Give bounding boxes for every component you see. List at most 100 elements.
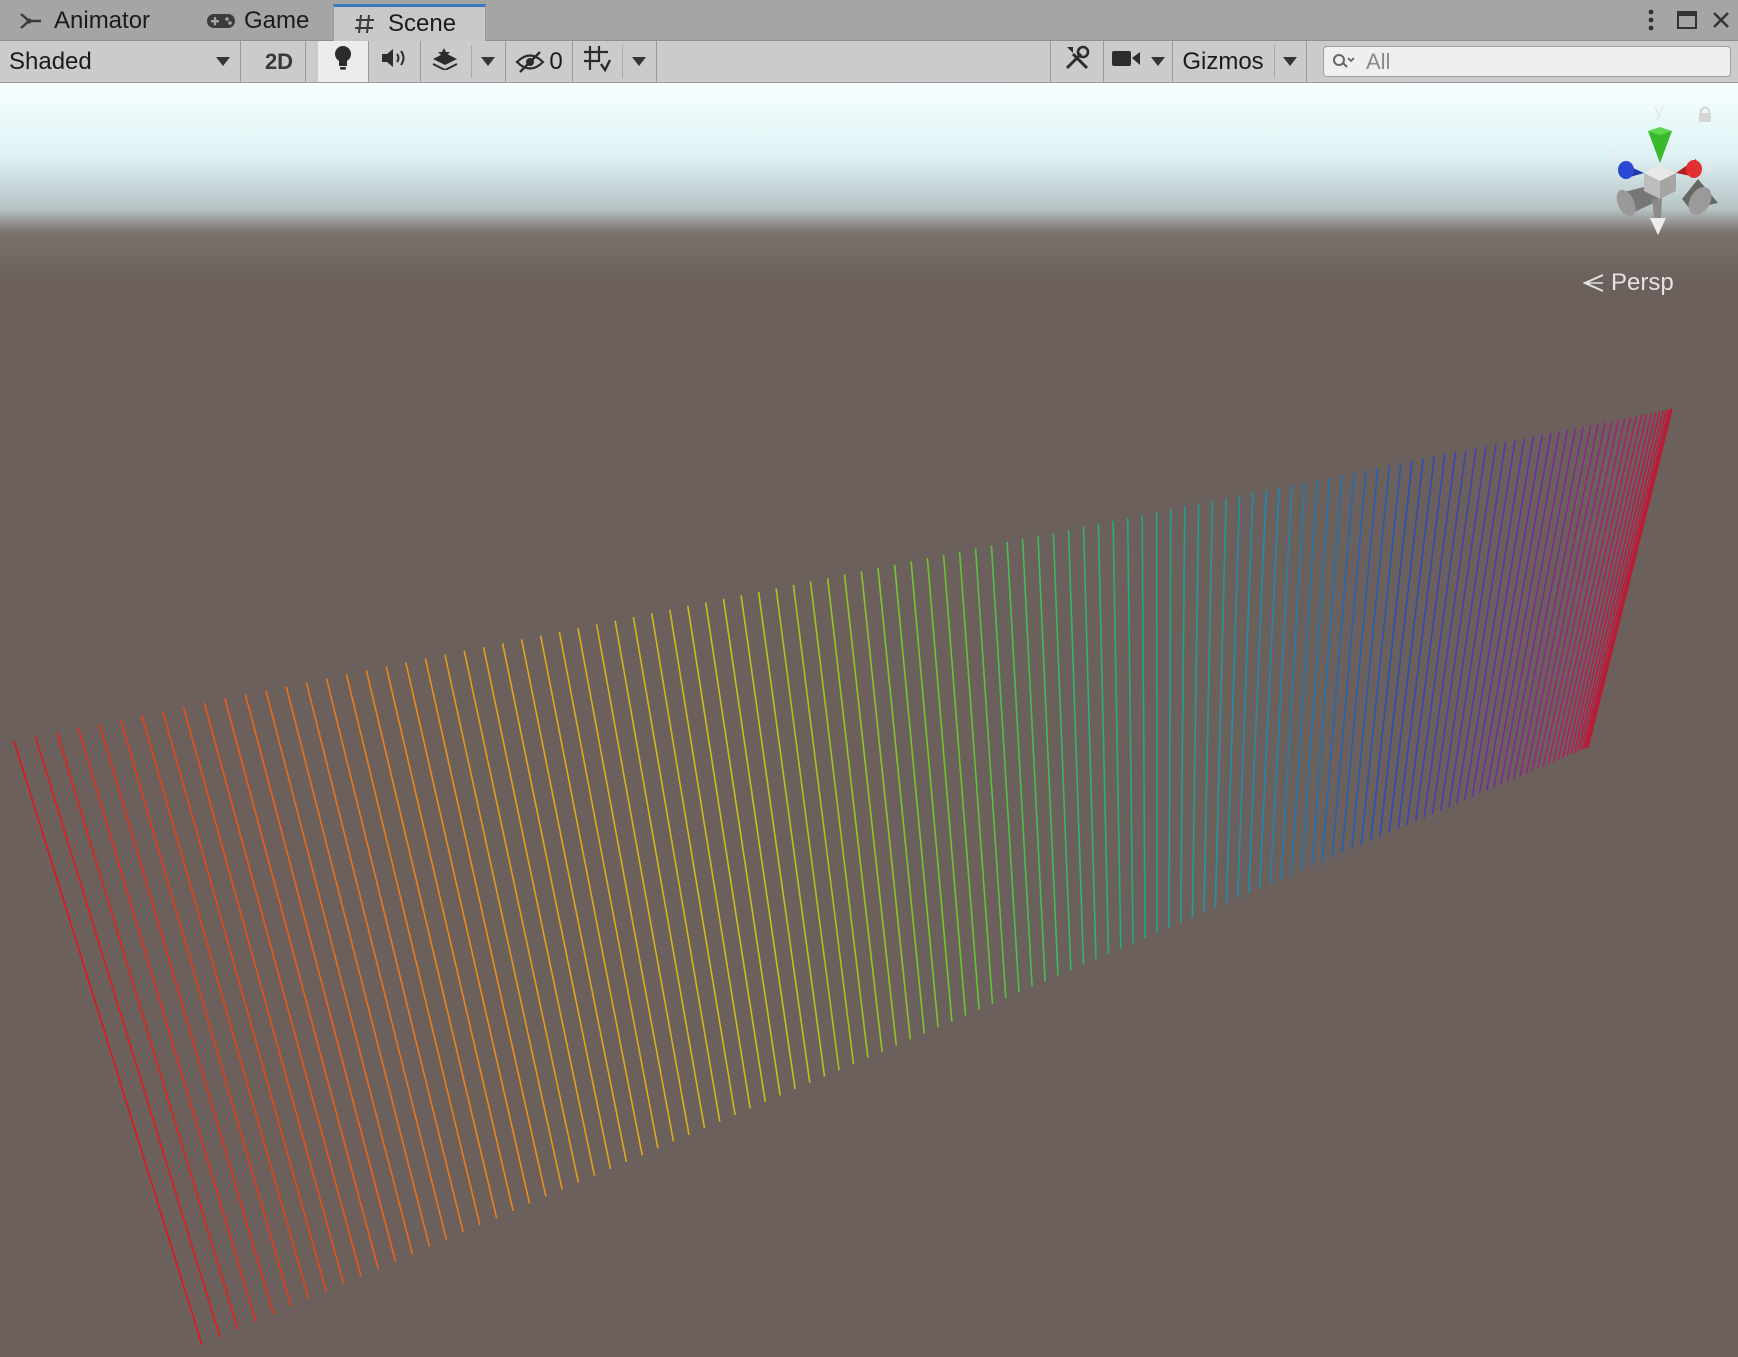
scene-line xyxy=(385,666,514,1211)
scene-line xyxy=(1258,487,1280,889)
scene-line xyxy=(704,602,781,1096)
search-icon xyxy=(1332,51,1358,73)
scene-line xyxy=(614,620,706,1129)
scene-line xyxy=(1379,458,1424,837)
projection-toggle[interactable]: Persp xyxy=(1583,269,1674,297)
scene-line xyxy=(405,662,531,1204)
scene-line xyxy=(1097,523,1110,954)
chevron-down-icon xyxy=(1283,57,1297,66)
tab-bar: Animator Game Scene xyxy=(0,0,1738,41)
scene-line xyxy=(1290,479,1319,875)
effects-dropdown-button[interactable] xyxy=(472,41,504,82)
scene-line xyxy=(826,578,883,1052)
scene-line xyxy=(926,558,967,1016)
tab-game[interactable]: Game xyxy=(190,0,330,41)
gamepad-icon xyxy=(206,9,236,33)
draw-mode-dropdown[interactable]: Shaded xyxy=(0,41,240,82)
scene-line xyxy=(1126,517,1134,944)
scene-line xyxy=(595,624,690,1136)
scene-line xyxy=(650,613,736,1116)
scene-line xyxy=(224,698,380,1270)
scene-line xyxy=(1456,440,1516,804)
grid-dropdown-button[interactable] xyxy=(623,41,655,82)
gizmos-button[interactable]: Gizmos xyxy=(1173,41,1273,82)
grid-hash-icon xyxy=(350,12,380,36)
scene-line xyxy=(1587,408,1673,748)
effects-toggle-button[interactable] xyxy=(420,41,470,82)
grid-snap-icon xyxy=(582,44,612,79)
camera-settings-button[interactable] xyxy=(1104,41,1148,82)
scene-line xyxy=(119,719,292,1307)
scene-line xyxy=(577,627,675,1142)
projection-label: Persp xyxy=(1611,269,1674,296)
scene-line xyxy=(1341,467,1379,854)
tab-label: Scene xyxy=(388,10,457,37)
orientation-gizmo[interactable]: y x z xyxy=(1570,93,1730,258)
axis-z-label: z xyxy=(1608,145,1617,165)
scene-line xyxy=(942,554,980,1010)
scene-line xyxy=(1191,503,1200,918)
tab-scene[interactable]: Scene xyxy=(333,4,486,41)
close-icon[interactable] xyxy=(1706,6,1736,34)
hidden-count: 0 xyxy=(549,47,563,75)
scene-line xyxy=(1225,495,1241,904)
scene-line xyxy=(182,706,345,1285)
scene-line xyxy=(1580,410,1665,751)
scene-line xyxy=(1214,498,1227,908)
scene-line xyxy=(444,654,563,1190)
scene-line xyxy=(161,710,328,1292)
scene-line xyxy=(1203,500,1214,913)
lightbulb-icon xyxy=(332,45,354,78)
scene-line xyxy=(1519,425,1592,777)
gizmos-dropdown-button[interactable] xyxy=(1275,41,1305,82)
scene-line xyxy=(1067,529,1085,965)
scene-line xyxy=(775,588,840,1071)
tab-animator[interactable]: Animator xyxy=(0,0,180,41)
toggle-2d-button[interactable]: 2D xyxy=(253,41,305,82)
scene-viewport[interactable]: y x z Persp xyxy=(0,83,1738,1357)
scene-visibility-button[interactable]: 0 xyxy=(506,41,572,82)
speaker-icon xyxy=(380,47,408,76)
camera-dropdown-button[interactable] xyxy=(1146,41,1170,82)
scene-line xyxy=(1052,532,1072,971)
chevron-down-icon xyxy=(632,57,646,66)
maximize-icon[interactable] xyxy=(1672,6,1702,34)
animator-icon xyxy=(16,9,46,33)
scene-line xyxy=(958,551,994,1004)
scene-line xyxy=(1351,465,1391,849)
tools-button[interactable] xyxy=(1051,41,1103,82)
audio-toggle-button[interactable] xyxy=(368,41,420,82)
scene-line xyxy=(757,591,826,1077)
scene-line xyxy=(792,584,855,1064)
chevron-down-icon xyxy=(1151,57,1165,66)
scene-line xyxy=(974,548,1007,999)
tab-label: Game xyxy=(244,6,310,34)
rainbow-lines xyxy=(13,408,1673,1346)
scene-line xyxy=(13,740,203,1346)
scene-line xyxy=(1082,526,1097,960)
chevron-down-icon xyxy=(216,57,230,66)
scene-line xyxy=(1155,512,1158,933)
scene-line xyxy=(990,545,1020,993)
search-input[interactable]: All xyxy=(1323,46,1731,77)
camera-icon xyxy=(1111,47,1141,76)
scene-line xyxy=(345,674,481,1226)
scene-line xyxy=(203,702,362,1277)
scene-line xyxy=(1006,542,1033,987)
scene-line xyxy=(1179,506,1186,923)
draw-mode-label: Shaded xyxy=(9,47,92,75)
scene-line xyxy=(98,723,275,1315)
scene-line xyxy=(365,670,498,1219)
search-placeholder: All xyxy=(1366,48,1391,74)
scene-line xyxy=(244,694,397,1262)
scene-line xyxy=(1370,460,1413,841)
scene-line xyxy=(1584,409,1670,749)
scene-line xyxy=(1448,442,1507,808)
scene-line xyxy=(141,715,310,1300)
scene-line xyxy=(1141,515,1146,939)
grid-toggle-button[interactable] xyxy=(573,41,621,82)
lighting-toggle-button[interactable] xyxy=(318,41,368,82)
scene-line xyxy=(809,581,869,1058)
scene-toolbar: Shaded 2D 0 Gizmos All xyxy=(0,41,1738,83)
kebab-menu-icon[interactable] xyxy=(1640,6,1662,34)
